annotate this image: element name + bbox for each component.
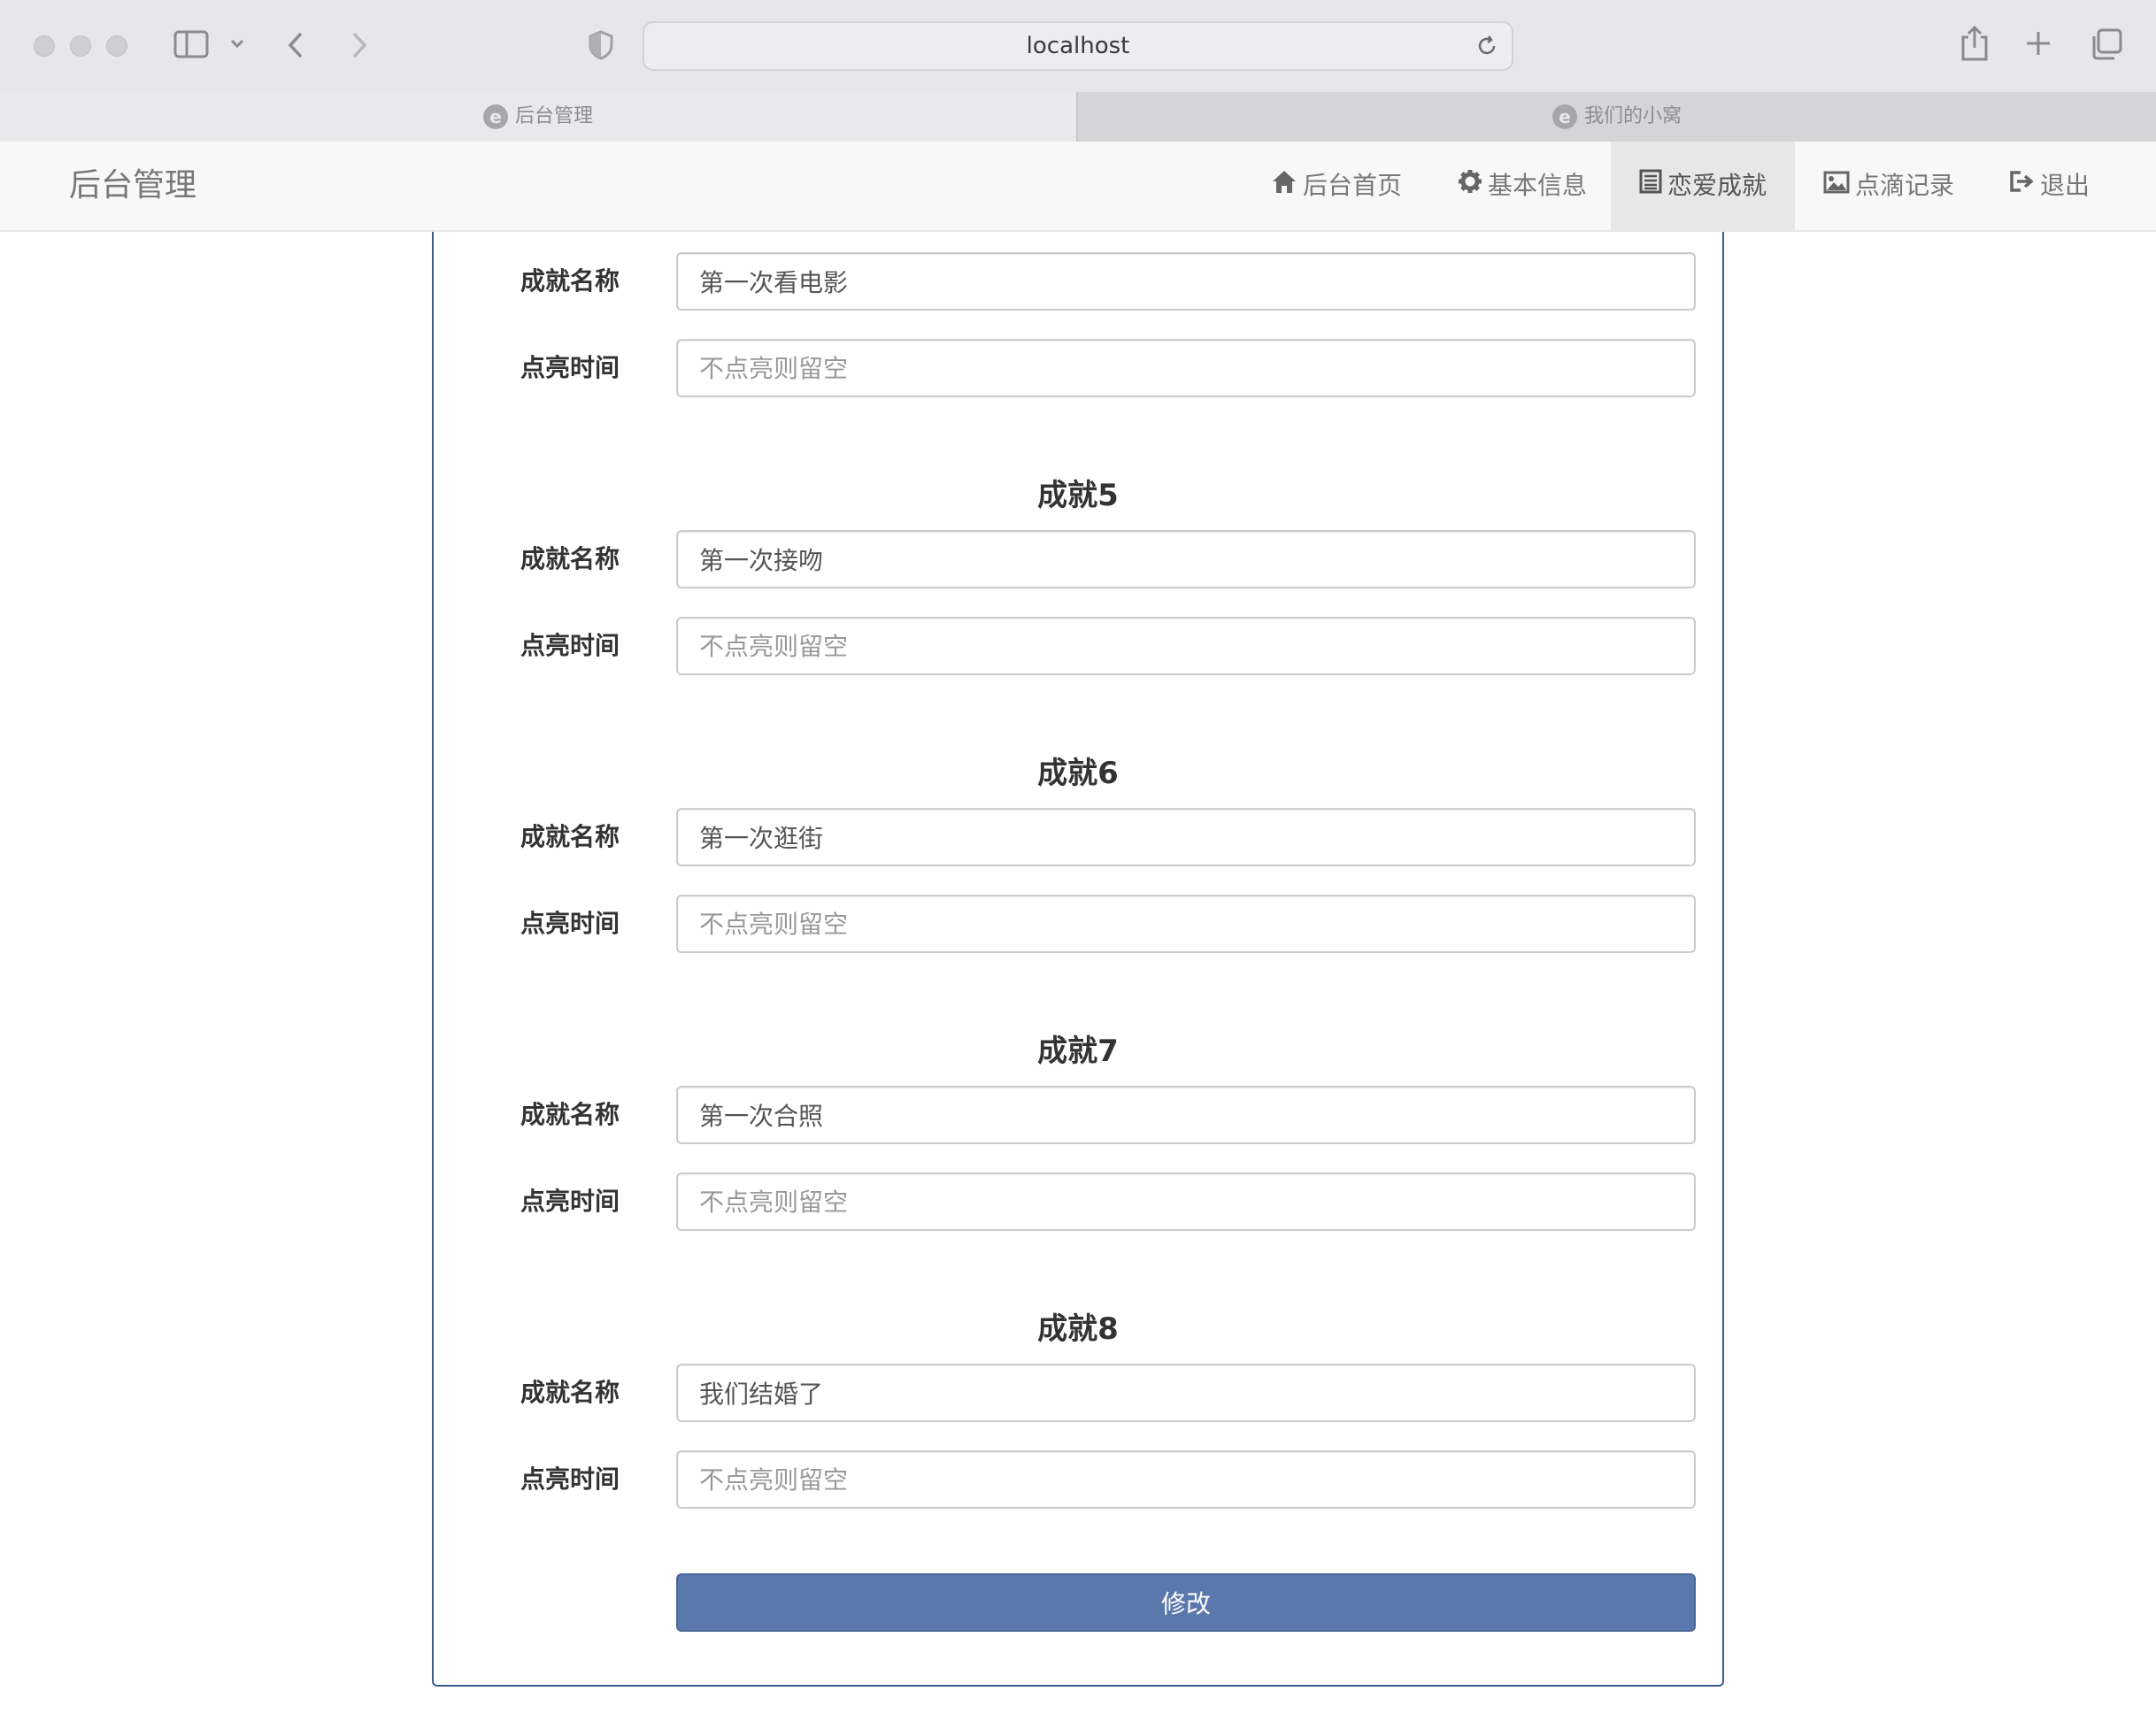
achievement-name-label: 成就名称	[520, 1378, 620, 1407]
achievement-time-label: 点亮时间	[520, 631, 620, 660]
nav-label: 点滴记录	[1854, 171, 1954, 200]
nav-label: 恋爱成就	[1667, 171, 1767, 200]
achievement-name-input[interactable]	[676, 808, 1696, 866]
back-icon[interactable]	[285, 30, 306, 65]
achievement-time-label: 点亮时间	[520, 909, 620, 938]
tab-overview-icon[interactable]	[2091, 28, 2122, 65]
tab-label: 后台管理	[514, 105, 593, 127]
home-icon	[1271, 142, 1297, 230]
browser-tab-bar: e 后台管理 e 我们的小窝	[0, 92, 2156, 142]
achievement-time-input[interactable]	[676, 1450, 1696, 1509]
edge-favicon-icon: e	[1552, 104, 1577, 129]
address-bar[interactable]: localhost	[643, 21, 1513, 71]
new-tab-icon[interactable]	[2025, 30, 2052, 62]
browser-chrome: localhost e 后台管理 e 我们的小窝	[0, 0, 2156, 142]
achievement-name-input[interactable]	[676, 530, 1696, 588]
forward-icon[interactable]	[349, 30, 370, 65]
brand-title[interactable]: 后台管理	[69, 142, 196, 230]
nav-label: 退出	[2039, 171, 2090, 200]
zoom-window-button[interactable]	[106, 35, 127, 57]
achievement-name-label: 成就名称	[520, 266, 620, 296]
achievement-time-label: 点亮时间	[520, 1187, 620, 1216]
nav-item-records[interactable]: 点滴记录	[1809, 142, 1968, 230]
achievement-time-label: 点亮时间	[520, 353, 620, 382]
privacy-shield-icon[interactable]	[588, 30, 614, 65]
share-icon[interactable]	[1960, 25, 1990, 67]
url-text: localhost	[1026, 33, 1130, 59]
tab-label: 我们的小窝	[1583, 105, 1682, 127]
picture-icon	[1823, 142, 1850, 230]
submit-button[interactable]: 修改	[676, 1573, 1696, 1632]
section-title: 成就6	[1037, 756, 1119, 791]
site-navbar: 后台管理 后台首页 基本信息 恋爱成就 点滴记录 退出	[0, 142, 2156, 232]
achievement-name-input[interactable]	[676, 252, 1696, 311]
nav-item-logout[interactable]: 退出	[1991, 142, 2106, 230]
nav-label: 基本信息	[1487, 171, 1587, 200]
achievement-time-input[interactable]	[676, 895, 1696, 953]
nav-item-home[interactable]: 后台首页	[1257, 142, 1416, 230]
nav-label: 后台首页	[1302, 171, 1402, 200]
achievement-name-label: 成就名称	[520, 1100, 620, 1129]
chevron-down-icon[interactable]	[228, 30, 246, 64]
tab-our-home[interactable]: e 我们的小窝	[1076, 92, 2156, 142]
reload-icon[interactable]	[1475, 34, 1499, 62]
achievement-name-label: 成就名称	[520, 544, 620, 573]
close-window-button[interactable]	[34, 35, 55, 57]
nav-item-basic-info[interactable]: 基本信息	[1443, 142, 1602, 230]
browser-toolbar: localhost	[0, 0, 2156, 92]
achievement-time-input[interactable]	[676, 617, 1696, 675]
tab-admin[interactable]: e 后台管理	[0, 92, 1076, 142]
list-icon	[1639, 142, 1662, 230]
section-title: 成就8	[1037, 1311, 1119, 1347]
section-title: 成就5	[1037, 478, 1119, 513]
achievement-name-label: 成就名称	[520, 822, 620, 851]
achievement-name-input[interactable]	[676, 1086, 1696, 1144]
edge-favicon-icon: e	[482, 104, 508, 129]
nav-item-achievements[interactable]: 恋爱成就	[1611, 142, 1795, 230]
logout-icon	[2008, 142, 2035, 230]
section-title: 成就7	[1037, 1034, 1119, 1069]
achievement-name-input[interactable]	[676, 1364, 1696, 1422]
minimize-window-button[interactable]	[70, 35, 91, 57]
achievement-time-label: 点亮时间	[520, 1464, 620, 1494]
sidebar-toggle-icon[interactable]	[173, 30, 209, 64]
achievement-time-input[interactable]	[676, 1172, 1696, 1231]
achievement-time-input[interactable]	[676, 339, 1696, 397]
gear-icon	[1458, 142, 1482, 230]
